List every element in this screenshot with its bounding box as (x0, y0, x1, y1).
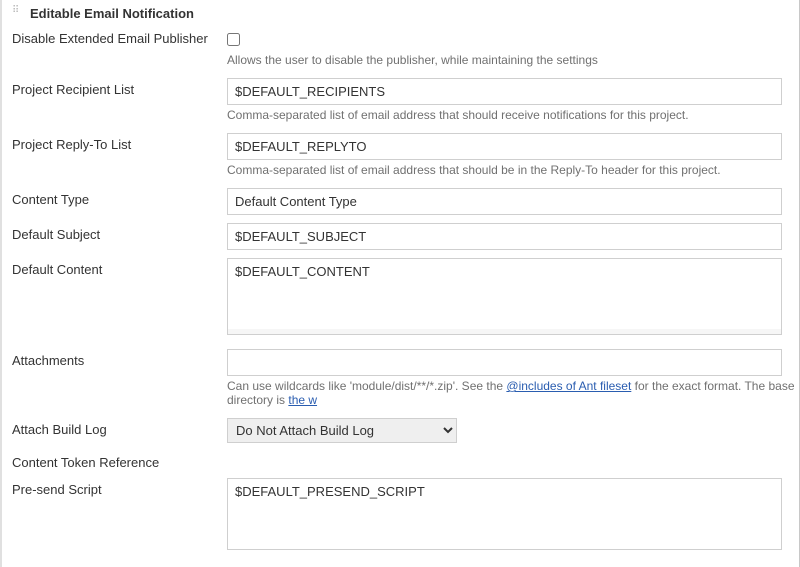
recipient-list-label: Project Recipient List (12, 78, 227, 97)
replyto-list-label: Project Reply-To List (12, 133, 227, 152)
content-token-reference-label: Content Token Reference (12, 451, 227, 470)
default-subject-input[interactable] (227, 223, 782, 250)
default-subject-label: Default Subject (12, 223, 227, 242)
attach-build-log-label: Attach Build Log (12, 418, 227, 437)
presend-script-label: Pre-send Script (12, 478, 227, 497)
recipient-list-help: Comma-separated list of email address th… (227, 108, 799, 122)
attachments-help-prefix: Can use wildcards like 'module/dist/**/*… (227, 379, 506, 393)
default-content-label: Default Content (12, 258, 227, 277)
drag-handle-icon[interactable]: ⠿ (12, 8, 24, 20)
disable-publisher-checkbox[interactable] (227, 33, 240, 46)
section-header: ⠿ Editable Email Notification (12, 6, 799, 21)
disable-publisher-label: Disable Extended Email Publisher (12, 31, 227, 46)
replyto-list-help: Comma-separated list of email address th… (227, 163, 799, 177)
textarea-resize-handle[interactable] (227, 329, 782, 335)
attachments-label: Attachments (12, 349, 227, 368)
section-title: Editable Email Notification (30, 6, 194, 21)
config-panel: ⠿ Editable Email Notification Disable Ex… (0, 0, 800, 567)
disable-publisher-help: Allows the user to disable the publisher… (227, 53, 799, 67)
attachments-input[interactable] (227, 349, 782, 376)
attachments-help-link-2[interactable]: the w (288, 393, 317, 407)
attachments-help: Can use wildcards like 'module/dist/**/*… (227, 379, 799, 407)
presend-script-textarea[interactable]: $DEFAULT_PRESEND_SCRIPT (227, 478, 782, 550)
recipient-list-input[interactable] (227, 78, 782, 105)
attachments-help-link-1[interactable]: @includes of Ant fileset (506, 379, 631, 393)
content-type-label: Content Type (12, 188, 227, 207)
replyto-list-input[interactable] (227, 133, 782, 160)
content-type-select[interactable]: Default Content Type (227, 188, 782, 215)
attach-build-log-select[interactable]: Do Not Attach Build Log (227, 418, 457, 443)
default-content-textarea[interactable]: $DEFAULT_CONTENT (227, 258, 782, 330)
